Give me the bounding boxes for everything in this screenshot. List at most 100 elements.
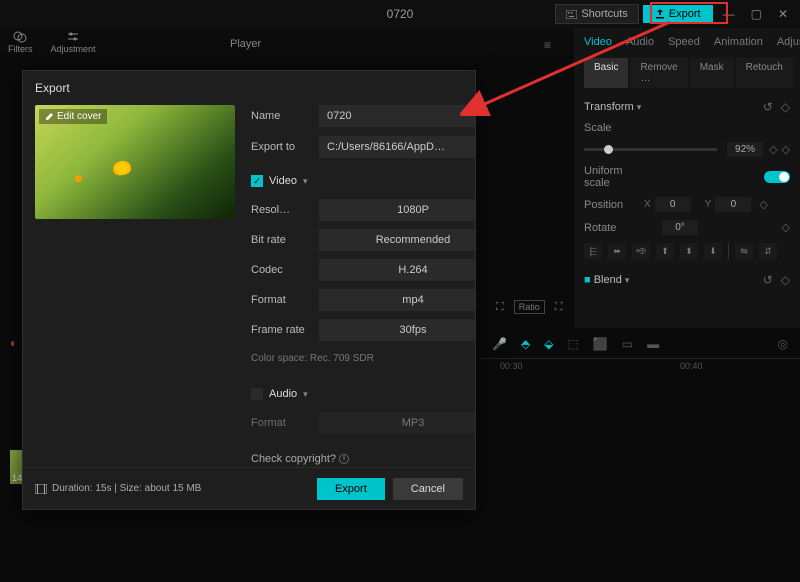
close-button[interactable]: ✕	[772, 7, 794, 21]
subtab-basic[interactable]: Basic	[584, 58, 628, 88]
exportto-input[interactable]	[319, 136, 475, 158]
tl-tool-5[interactable]: ▭	[622, 337, 633, 351]
export-button-top[interactable]: Export	[643, 5, 713, 23]
dialog-title: Export	[23, 71, 475, 105]
align-buttons: ⬱ ⬌ ⬲ ⬆ ⬍ ⬇ ⇋ ⇵	[584, 243, 790, 259]
title-bar: 0720 Shortcuts Export — ▢ ✕	[0, 0, 800, 28]
crop-icon[interactable]: ⛶	[496, 301, 504, 314]
format-label: Format	[251, 294, 313, 306]
project-title: 0720	[387, 7, 414, 21]
codec-select[interactable]: H.264	[319, 259, 475, 281]
player-panel-label: Player	[230, 38, 261, 50]
resolution-label: Resol…	[251, 204, 313, 216]
player-menu-icon[interactable]: ≡	[544, 38, 551, 52]
audio-format-label: Format	[251, 417, 313, 429]
fullscreen-icon[interactable]: ⛶	[555, 301, 563, 314]
tab-audio[interactable]: Audio	[626, 36, 654, 48]
adjustment-tool[interactable]: Adjustment	[51, 31, 96, 54]
exportto-label: Export to	[251, 141, 313, 153]
rotate-keyframe-icon[interactable]: ◇	[782, 221, 790, 234]
cover-preview: Edit cover	[35, 105, 235, 219]
export-dialog: Export Edit cover Name Export to	[22, 70, 476, 510]
position-label: Position	[584, 199, 644, 211]
tl-tool-6[interactable]: ▬	[647, 337, 659, 351]
tl-tool-2[interactable]: ⬙	[544, 337, 553, 351]
scale-label: Scale	[584, 122, 644, 134]
ratio-button[interactable]: Ratio	[514, 300, 545, 314]
tl-tool-1[interactable]: ⬘	[521, 337, 530, 351]
duration-info: Duration: 15s | Size: about 15 MB	[35, 483, 201, 494]
bitrate-label: Bit rate	[251, 234, 313, 246]
flip-h[interactable]: ⇋	[735, 243, 753, 259]
uniform-scale-toggle[interactable]	[764, 171, 790, 183]
scale-stepper-icon[interactable]: ◇	[769, 143, 777, 156]
position-y[interactable]: 0	[715, 197, 751, 212]
video-section-label: Video	[269, 175, 297, 187]
transform-title: Transform ▾	[584, 101, 641, 113]
resolution-select[interactable]: 1080P	[319, 199, 475, 221]
timeline-ruler[interactable]: 00:30 00:40	[480, 358, 800, 374]
keyframe-icon[interactable]: ◇	[781, 100, 790, 114]
blend-keyframe-icon[interactable]: ◇	[781, 273, 790, 287]
blend-title[interactable]: ■ Blend ▾	[584, 274, 629, 286]
align-center-h[interactable]: ⬌	[608, 243, 626, 259]
edit-cover-button[interactable]: Edit cover	[39, 109, 107, 124]
name-label: Name	[251, 110, 313, 122]
minimize-button[interactable]: —	[717, 7, 741, 21]
format-select[interactable]: mp4	[319, 289, 475, 311]
scale-slider[interactable]	[584, 148, 717, 151]
properties-panel: Video Audio Speed Animation Adjust Basic…	[574, 28, 800, 328]
timeline-tick-1: 00:40	[680, 361, 703, 371]
audio-format-select: MP3	[319, 412, 475, 434]
scale-keyframe-icon[interactable]: ◇	[782, 143, 790, 156]
transform-section: Transform ▾ ↺ ◇ Scale 92% ◇ ◇ Uniform sc…	[584, 100, 790, 259]
scale-value[interactable]: 92%	[727, 142, 763, 157]
colorspace-note: Color space: Rec. 709 SDR	[251, 353, 475, 364]
maximize-button[interactable]: ▢	[745, 7, 768, 21]
film-icon	[35, 484, 47, 494]
shortcuts-button[interactable]: Shortcuts	[555, 4, 638, 24]
blend-reset-icon[interactable]: ↺	[763, 273, 773, 287]
audio-checkbox[interactable]: ✓	[251, 388, 263, 400]
framerate-select[interactable]: 30fps	[319, 319, 475, 341]
dialog-footer: Duration: 15s | Size: about 15 MB Export…	[23, 467, 475, 509]
flip-v[interactable]: ⇵	[759, 243, 777, 259]
rotate-label: Rotate	[584, 222, 644, 234]
clip-marker-icon[interactable]: ◐	[10, 336, 17, 350]
position-x[interactable]: 0	[655, 197, 691, 212]
align-top[interactable]: ⬆	[656, 243, 674, 259]
cancel-button[interactable]: Cancel	[393, 478, 463, 500]
timeline-tools: 🎤 ⬘ ⬙ ⬚ ⬛ ▭ ▬ ◎	[480, 332, 800, 356]
subtab-retouch[interactable]: Retouch	[736, 58, 793, 88]
rotate-value[interactable]: 0°	[662, 220, 698, 235]
tab-animation[interactable]: Animation	[714, 36, 763, 48]
subtab-remove[interactable]: Remove …	[630, 58, 687, 88]
subtab-mask[interactable]: Mask	[690, 58, 734, 88]
export-icon	[655, 9, 665, 19]
reset-icon[interactable]: ↺	[763, 100, 773, 114]
align-center-v[interactable]: ⬍	[680, 243, 698, 259]
video-checkbox[interactable]: ✓	[251, 175, 263, 187]
info-icon[interactable]: i	[339, 454, 349, 464]
tl-tool-3[interactable]: ⬚	[567, 337, 578, 351]
align-left[interactable]: ⬱	[584, 243, 602, 259]
audio-collapse-icon[interactable]: ▾	[303, 389, 308, 400]
zoom-icon[interactable]: ◎	[778, 337, 788, 351]
pencil-icon	[45, 112, 54, 121]
mic-icon[interactable]: 🎤	[492, 337, 507, 351]
position-keyframe-icon[interactable]: ◇	[759, 198, 767, 211]
export-confirm-button[interactable]: Export	[317, 478, 385, 500]
keyboard-icon	[566, 10, 577, 19]
align-bottom[interactable]: ⬇	[704, 243, 722, 259]
tl-tool-4[interactable]: ⬛	[593, 337, 608, 351]
player-controls: ⛶ Ratio ⛶	[496, 300, 562, 314]
name-input[interactable]	[319, 105, 475, 127]
framerate-label: Frame rate	[251, 324, 313, 336]
video-collapse-icon[interactable]: ▾	[303, 176, 308, 187]
filters-tool[interactable]: Filters	[8, 31, 33, 54]
tab-speed[interactable]: Speed	[668, 36, 700, 48]
align-right[interactable]: ⬲	[632, 243, 650, 259]
tab-adjust[interactable]: Adjust	[777, 36, 800, 48]
tab-video[interactable]: Video	[584, 36, 612, 48]
bitrate-select[interactable]: Recommended	[319, 229, 475, 251]
